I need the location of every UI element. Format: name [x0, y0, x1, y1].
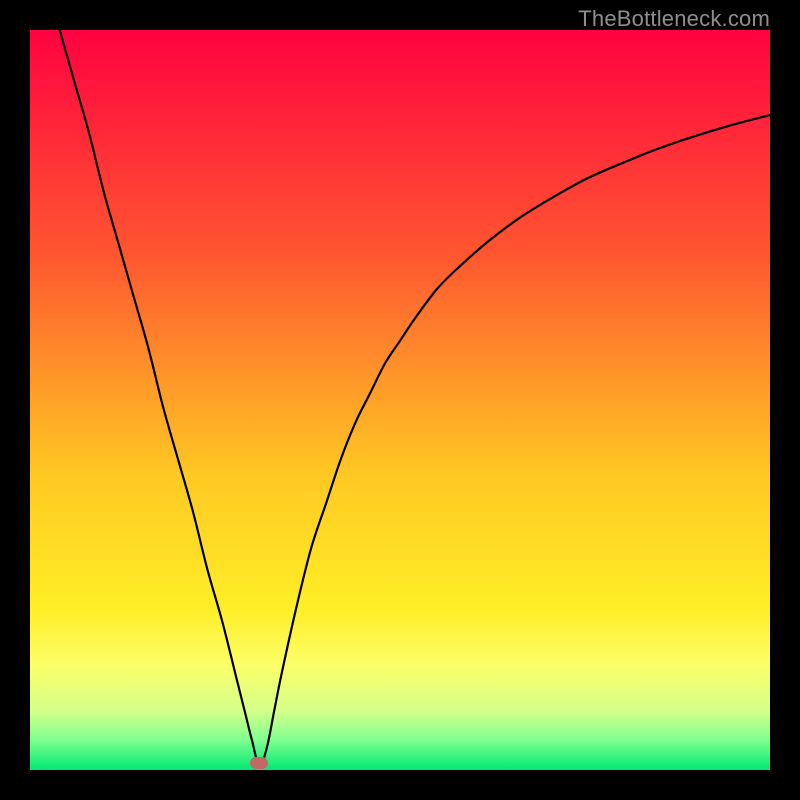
optimum-marker — [250, 757, 268, 769]
plot-area — [30, 30, 770, 770]
curve-layer — [30, 30, 770, 770]
watermark-text: TheBottleneck.com — [578, 6, 770, 32]
bottleneck-curve — [60, 30, 770, 766]
chart-frame: TheBottleneck.com — [0, 0, 800, 800]
